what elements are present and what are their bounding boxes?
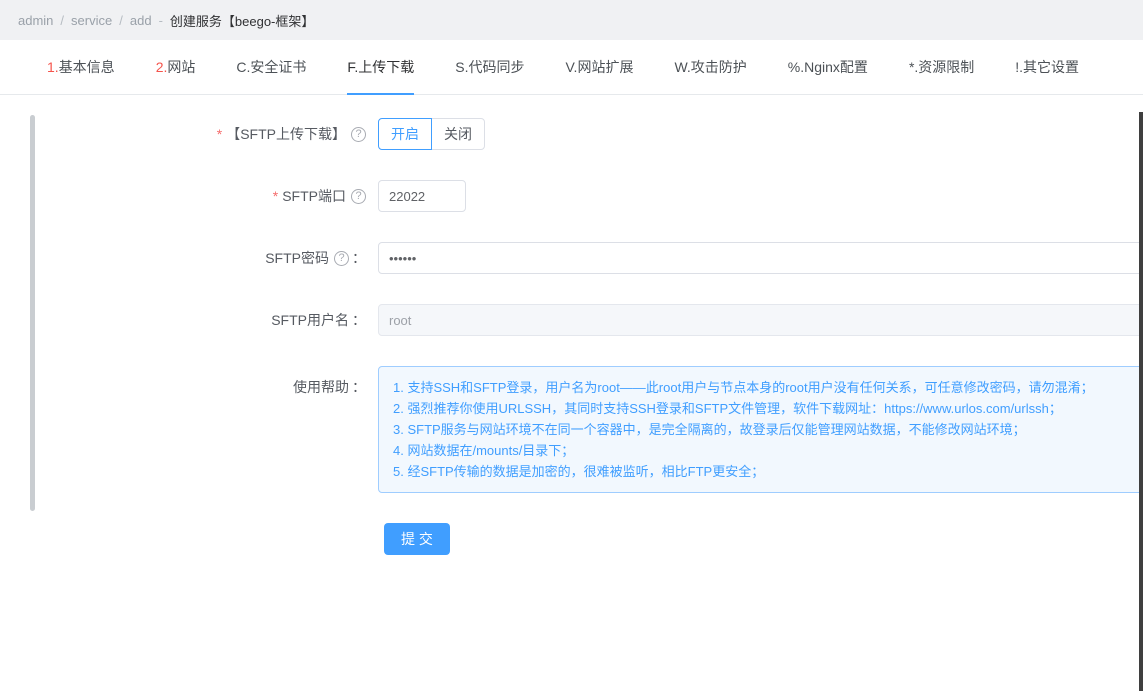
sftp-toggle-off-button[interactable]: 关闭 [431,118,485,150]
tab-website[interactable]: 2. 网站 [156,40,196,94]
question-icon[interactable]: ? [351,188,366,204]
breadcrumb: admin / service / add - 创建服务【beego-框架】 [0,0,1143,40]
submit-button[interactable]: 提 交 [384,523,450,555]
sftp-username-label: SFTP用户名 ： [0,304,378,336]
form-row-sftp-toggle: * 【SFTP上传下载】 ? 开启 关闭 [0,118,1143,150]
usage-help-line: 1. 支持SSH和SFTP登录，用户名为root——此root用户与节点本身的r… [393,380,1094,395]
tab-label: W.攻击防护 [674,59,747,75]
tab-basic-info[interactable]: 1. 基本信息 [47,40,115,94]
sftp-password-label: SFTP密码 ? ： [0,242,378,274]
label-text: SFTP用户名 [271,312,349,328]
sftp-port-label: * SFTP端口 ? [0,180,378,212]
form-row-usage-help: 使用帮助 ： 1. 支持SSH和SFTP登录，用户名为root——此root用户… [0,366,1143,493]
page-title: 创建服务【beego-框架】 [169,13,315,29]
tab-other-settings[interactable]: !.其它设置 [1015,40,1079,94]
tab-ssl-cert[interactable]: C.安全证书 [236,40,306,94]
tab-label: F.上传下载 [347,59,415,75]
tab-prefix: 1. [47,59,59,75]
sftp-toggle-on-button[interactable]: 开启 [378,118,432,150]
breadcrumb-item-add: add [129,12,152,28]
tab-label: %.Nginx配置 [787,59,868,75]
tab-code-sync[interactable]: S.代码同步 [455,40,524,94]
label-text: 使用帮助 [293,379,349,395]
sftp-password-input[interactable] [378,242,1143,274]
tab-label: C.安全证书 [236,59,307,75]
breadcrumb-dash: - [158,12,163,28]
sftp-username-input [378,304,1143,336]
vertical-scrollbar-thumb[interactable] [30,115,35,511]
breadcrumb-separator: / [60,12,65,28]
question-icon[interactable]: ? [334,250,349,266]
usage-help-line: 2. 强烈推荐你使用URLSSH，其同时支持SSH登录和SFTP文件管理，软件下… [393,401,1062,416]
label-colon: ： [352,379,366,395]
required-mark: * [272,188,279,204]
tab-attack-protection[interactable]: W.攻击防护 [674,40,746,94]
usage-help-label: 使用帮助 ： [0,366,378,398]
right-edge-bar [1139,112,1143,691]
usage-help-line: 4. 网站数据在/mounts/目录下； [393,443,575,458]
tab-nginx-config[interactable]: %.Nginx配置 [788,40,868,94]
breadcrumb-item-admin[interactable]: admin [18,13,53,28]
breadcrumb-item-service[interactable]: service [71,13,112,28]
tab-label: 网站 [167,59,196,75]
required-mark: * [216,126,223,142]
usage-help-line: 3. SFTP服务与网站环境不在同一个容器中，是完全隔离的，故登录后仅能管理网站… [393,422,1026,437]
form-row-sftp-username: SFTP用户名 ： [0,304,1143,336]
breadcrumb-separator: / [119,12,123,28]
label-colon: ： [352,312,366,328]
sftp-toggle-group: 开启 关闭 [378,118,485,150]
form-row-sftp-password: SFTP密码 ? ： [0,242,1143,274]
label-colon: ： [352,250,366,266]
tab-label: V.网站扩展 [565,59,634,75]
form-row-sftp-port: * SFTP端口 ? [0,180,1143,212]
usage-help-box: 1. 支持SSH和SFTP登录，用户名为root——此root用户与节点本身的r… [378,366,1143,493]
usage-help-line: 5. 经SFTP传输的数据是加密的，很难被监听，相比FTP更安全； [393,464,765,479]
sftp-settings-form: * 【SFTP上传下载】 ? 开启 关闭 * SFTP端口 ? SFTP密码 ?… [0,95,1143,555]
tab-bar: 1. 基本信息 2. 网站 C.安全证书 F.上传下载 S.代码同步 V.网站扩展 … [0,40,1143,95]
submit-row: 提 交 [0,523,1143,555]
tab-site-extension[interactable]: V.网站扩展 [566,40,634,94]
sftp-toggle-label: * 【SFTP上传下载】 ? [0,118,378,150]
tab-label: S.代码同步 [455,59,525,75]
label-text: 【SFTP上传下载】 [226,126,346,142]
question-icon[interactable]: ? [351,126,366,142]
tab-label: *.资源限制 [908,59,975,75]
tab-upload-download[interactable]: F.上传下载 [347,40,415,95]
label-text: SFTP密码 [265,250,329,266]
tab-prefix: 2. [155,59,168,75]
tab-label: 基本信息 [58,59,115,75]
sftp-port-input[interactable] [378,180,466,212]
tab-resource-limit[interactable]: *.资源限制 [909,40,974,94]
tab-label: !.其它设置 [1015,59,1080,75]
label-text: SFTP端口 [282,188,346,204]
